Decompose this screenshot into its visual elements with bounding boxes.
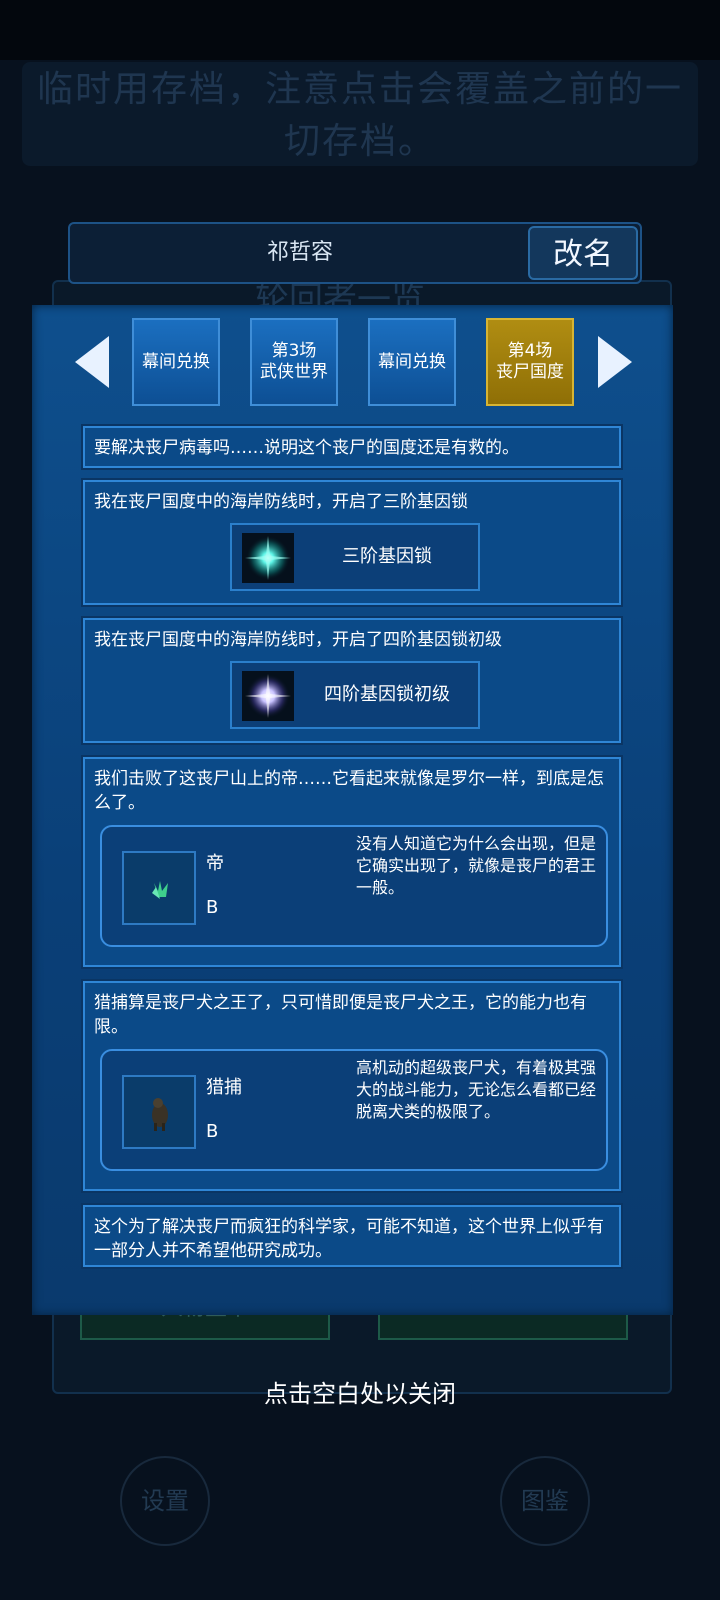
name-bar: 祁哲容 改名 (68, 222, 642, 284)
enemy-name: 帝 (206, 853, 224, 874)
enemy-rank: B (206, 1121, 219, 1142)
close-hint[interactable]: 点击空白处以关闭 (0, 1374, 720, 1409)
gene-lock-item: 三阶基因锁 (230, 523, 480, 591)
enemy-card: 帝 B 没有人知道它为什么会出现，但是它确实出现了，就像是丧尸的君王一般。 (100, 825, 608, 947)
hunter-dog-icon (122, 1075, 196, 1149)
tab-scene-3[interactable]: 第3场 武侠世界 (250, 318, 338, 406)
tab-intermission-1[interactable]: 幕间兑换 (132, 318, 220, 406)
entry-text: 我在丧尸国度中的海岸防线时，开启了三阶基因锁 (94, 492, 468, 512)
enemy-name: 猎捕 (206, 1077, 242, 1098)
entry-text: 我们击败了这丧尸山上的帝……它看起来就像是罗尔一样，到底是怎么了。 (94, 769, 604, 813)
enemy-rank: B (206, 897, 219, 918)
gene-lock-item: 四阶基因锁初级 (230, 661, 480, 729)
entry-card: 要解决丧尸病毒吗……说明这个丧尸的国度还是有救的。 (83, 426, 621, 468)
tab-scene-4[interactable]: 第4场 丧尸国度 (486, 318, 574, 406)
entry-text: 要解决丧尸病毒吗……说明这个丧尸的国度还是有救的。 (94, 438, 519, 458)
entry-text: 这个为了解决丧尸而疯狂的科学家，可能不知道，这个世界上似乎有一部分人并不希望他研… (94, 1217, 604, 1261)
emperor-zombie-icon (122, 851, 196, 925)
entry-card: 我在丧尸国度中的海岸防线时，开启了四阶基因锁初级 四阶基因锁初级 (83, 618, 621, 743)
gene-lock-3-icon (242, 533, 294, 583)
gene-lock-label: 三阶基因锁 (342, 546, 432, 567)
gene-lock-4-icon (242, 671, 294, 721)
enemy-card: 猎捕 B 高机动的超级丧尸犬，有着极其强大的战斗能力，无论怎么看都已经脱离犬类的… (100, 1049, 608, 1171)
entry-text: 猎捕算是丧尸犬之王了，只可惜即便是丧尸犬之王，它的能力也有限。 (94, 993, 587, 1037)
entry-card: 这个为了解决丧尸而疯狂的科学家，可能不知道，这个世界上似乎有一部分人并不希望他研… (83, 1205, 621, 1267)
gene-lock-label: 四阶基因锁初级 (324, 684, 450, 705)
entry-text: 我在丧尸国度中的海岸防线时，开启了四阶基因锁初级 (94, 630, 502, 650)
rename-button[interactable]: 改名 (528, 226, 638, 280)
status-strip (0, 0, 720, 60)
enemy-description: 没有人知道它为什么会出现，但是它确实出现了，就像是丧尸的君王一般。 (356, 834, 597, 897)
prev-arrow-icon[interactable] (75, 336, 109, 388)
entry-card: 我在丧尸国度中的海岸防线时，开启了三阶基因锁 三阶基因锁 (83, 480, 621, 605)
next-arrow-icon[interactable] (598, 336, 632, 388)
settings-button: 设置 (120, 1456, 210, 1546)
player-name: 祁哲容 (266, 240, 333, 265)
entry-card: 我们击败了这丧尸山上的帝……它看起来就像是罗尔一样，到底是怎么了。 帝 B 没有… (83, 757, 621, 967)
enemy-description: 高机动的超级丧尸犬，有着极其强大的战斗能力，无论怎么看都已经脱离犬类的极限了。 (356, 1058, 597, 1121)
tab-intermission-2[interactable]: 幕间兑换 (368, 318, 456, 406)
codex-button: 图鉴 (500, 1456, 590, 1546)
entry-card: 猎捕算是丧尸犬之王了，只可惜即便是丧尸犬之王，它的能力也有限。 猎捕 B 高机动… (83, 981, 621, 1191)
save-warning-text: 临时用存档，注意点击会覆盖之前的一切存档。 (36, 69, 683, 162)
